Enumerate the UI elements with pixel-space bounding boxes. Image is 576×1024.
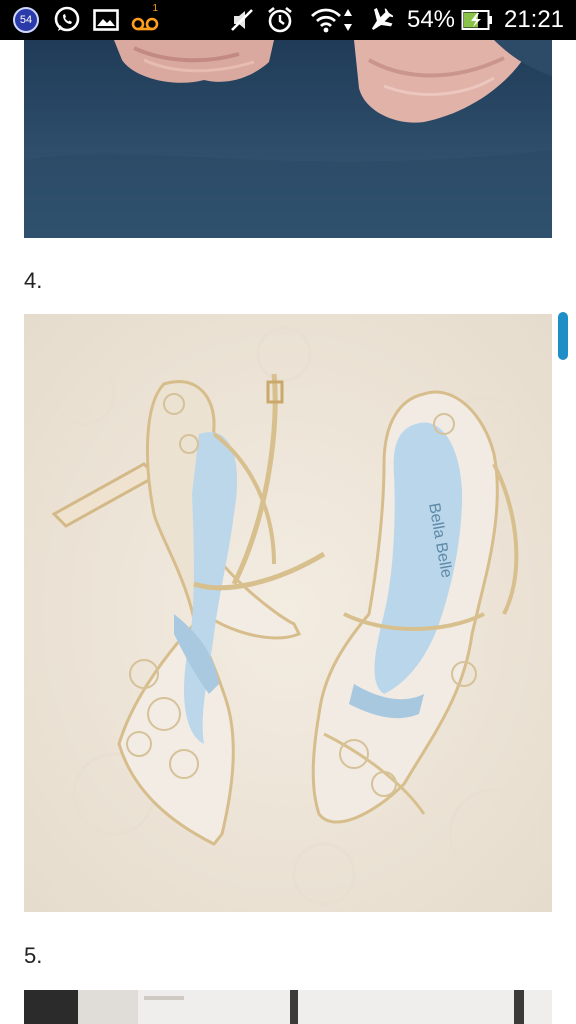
wifi-icon (308, 0, 344, 40)
airplane-icon (362, 0, 396, 40)
battery-charging-icon (460, 0, 494, 40)
battery-percent-text: 54% (406, 6, 456, 33)
status-bar: 54 1 54% 21:21 (0, 0, 576, 40)
photo-lace-heels: Bella Belle (24, 314, 552, 912)
voicemail-count: 1 (152, 3, 158, 14)
alarm-icon (264, 0, 296, 40)
battery-percent: 54% (404, 0, 458, 40)
whatsapp-icon (50, 0, 84, 40)
notification-badge-icon: 54 (8, 0, 44, 40)
item-number-4: 4. (24, 268, 43, 293)
data-arrows-icon (342, 0, 354, 40)
photo-pink-shoes (24, 40, 552, 238)
article-content[interactable]: 4. Bella Belle 5. (0, 40, 576, 1024)
clock: 21:21 (498, 0, 570, 40)
notification-count: 54 (19, 14, 33, 26)
muted-icon (226, 0, 258, 40)
item-number-5: 5. (24, 943, 43, 968)
photo-next (24, 990, 552, 1024)
time-text: 21:21 (503, 6, 565, 33)
gallery-icon (90, 0, 122, 40)
scrollbar-thumb[interactable] (558, 312, 568, 360)
voicemail-icon: 1 (128, 0, 162, 40)
